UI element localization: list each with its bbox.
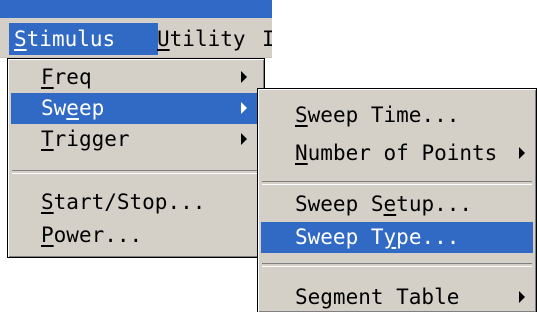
submenu-arrow-icon xyxy=(519,291,525,303)
submenu-arrow-icon xyxy=(241,102,247,114)
menu-item-segment-table[interactable]: Segment Table xyxy=(261,282,533,313)
menu-item-sweep-time[interactable]: Sweep Time... xyxy=(261,100,533,131)
power-label: ower... xyxy=(53,223,143,247)
menu-item-sweep[interactable]: Sweep xyxy=(11,93,261,124)
sweep-type-mnemonic: y xyxy=(383,225,397,249)
menu-item-trigger[interactable]: Trigger xyxy=(11,124,261,155)
submenu-arrow-icon xyxy=(241,71,247,83)
menu-item-sweep-type[interactable]: Sweep Type... xyxy=(261,222,533,253)
menu-bar: Stimulus Utility I xyxy=(0,18,272,58)
start-stop-mnemonic: S xyxy=(41,190,54,214)
sweep-setup-label-post: tup... xyxy=(396,192,473,216)
menu-utility[interactable]: Utility xyxy=(152,23,266,55)
sweep-label-pre: Sw xyxy=(41,96,67,120)
trigger-label: rigger xyxy=(53,127,130,151)
menu-stimulus[interactable]: Stimulus xyxy=(9,23,158,55)
sweep-type-label-pre: Sweep T xyxy=(295,225,384,249)
submenu-arrow-icon xyxy=(241,133,247,145)
sweep-mnemonic: e xyxy=(66,96,79,120)
number-of-points-label: umber of Points xyxy=(307,141,498,165)
menu-stimulus-label: timulus xyxy=(26,27,116,51)
menu-separator xyxy=(262,181,532,185)
sweep-label-post: ep xyxy=(78,96,105,120)
menu-next-clipped[interactable]: I xyxy=(262,23,272,55)
menu-item-power[interactable]: Power... xyxy=(11,220,261,251)
trigger-mnemonic: T xyxy=(41,127,54,151)
sweep-setup-label-pre: Sweep S xyxy=(295,192,384,216)
menu-item-start-stop[interactable]: Start/Stop... xyxy=(11,187,261,218)
menu-item-sweep-setup[interactable]: Sweep Setup... xyxy=(261,189,533,220)
menu-separator xyxy=(12,170,260,174)
power-mnemonic: P xyxy=(41,223,54,247)
menu-item-freq[interactable]: Freq xyxy=(11,62,261,93)
sweep-type-label-post: pe... xyxy=(396,225,460,249)
menu-next-label: I xyxy=(262,27,272,51)
start-stop-label: tart/Stop... xyxy=(53,190,206,214)
sweep-time-label: weep Time... xyxy=(307,103,460,127)
freq-label: req xyxy=(53,65,92,89)
sweep-submenu: Sweep Time... Number of Points Sweep Set… xyxy=(257,88,537,312)
menu-utility-mnemonic: U xyxy=(157,27,170,51)
sweep-time-mnemonic: S xyxy=(295,103,308,127)
stimulus-dropdown: Freq Sweep Trigger Start/Stop... Power..… xyxy=(7,58,265,258)
title-bar xyxy=(0,0,272,18)
menu-stimulus-mnemonic: S xyxy=(14,27,27,51)
freq-mnemonic: F xyxy=(41,65,54,89)
segment-table-label: Segment Table xyxy=(295,285,460,309)
menu-separator xyxy=(262,263,532,267)
menu-item-number-of-points[interactable]: Number of Points xyxy=(261,138,533,169)
menu-utility-label: tility xyxy=(169,27,246,51)
number-of-points-mnemonic: N xyxy=(295,141,308,165)
sweep-setup-mnemonic: e xyxy=(383,192,397,216)
submenu-arrow-icon xyxy=(519,147,525,159)
